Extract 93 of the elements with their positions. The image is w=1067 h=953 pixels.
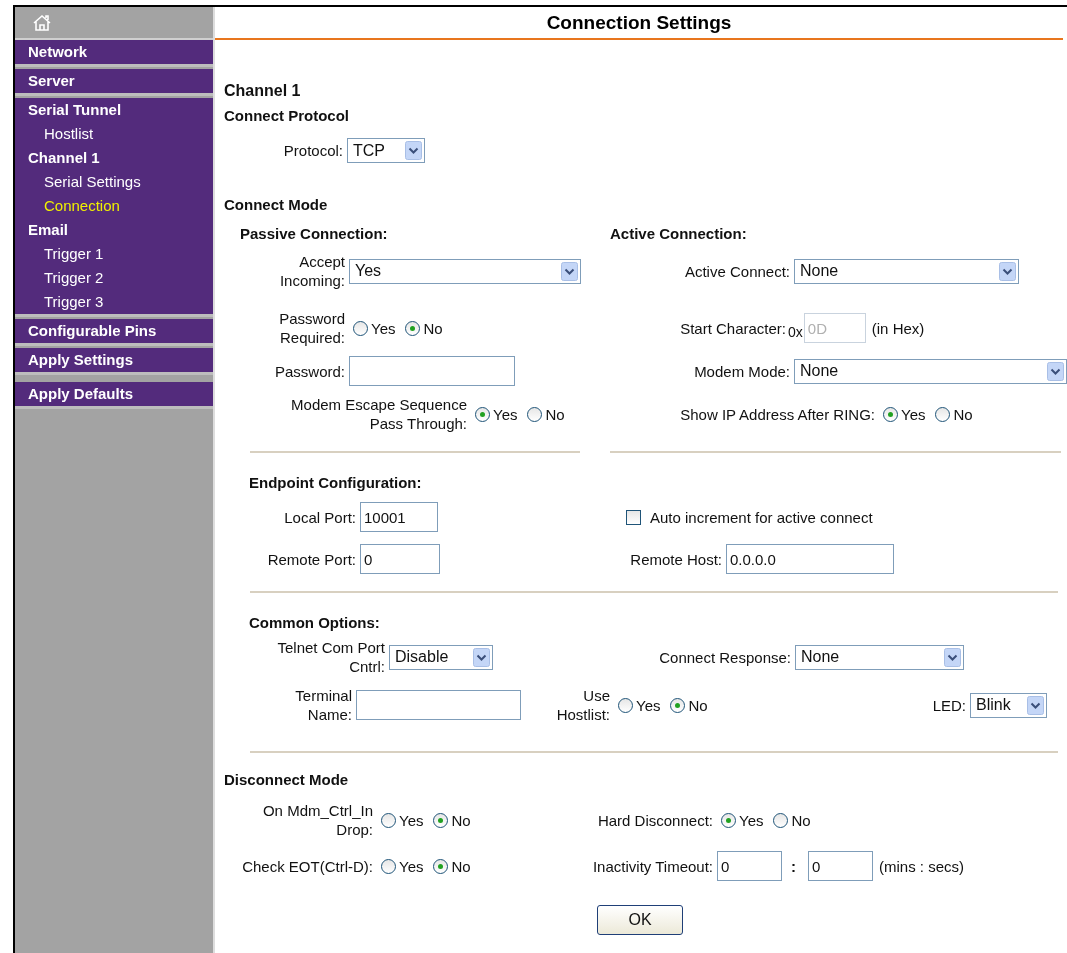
section-heading: Connect Mode <box>224 196 329 213</box>
dropdown[interactable]: Blink <box>970 692 1047 718</box>
field-label: Modem Mode: <box>693 361 790 381</box>
menu-item[interactable]: Configurable Pins <box>15 319 213 343</box>
menu-item[interactable]: Serial Tunnel <box>15 98 213 122</box>
group-heading: Active Connection: <box>610 225 748 242</box>
radio-button[interactable] <box>527 406 543 422</box>
field-label: Terminal Name: <box>294 686 352 724</box>
radio-label: No <box>451 857 471 875</box>
menu-item[interactable]: Email <box>15 218 213 242</box>
menu-item[interactable]: Apply Settings <box>15 348 213 372</box>
menu-item[interactable]: Network <box>15 40 213 64</box>
text-field[interactable] <box>349 356 515 386</box>
field-label: Remote Port: <box>266 549 356 569</box>
text-field[interactable]: 0 <box>717 851 782 881</box>
radio-label: Yes <box>399 811 424 829</box>
group-heading: Common Options: <box>249 614 381 631</box>
field-label: Password Required: <box>278 309 345 347</box>
field-label: Use Hostlist: <box>555 686 610 724</box>
group-heading: Endpoint Configuration: <box>249 474 423 491</box>
field-label: On Mdm_Ctrl_In Drop: <box>261 801 373 839</box>
group-heading: Passive Connection: <box>240 225 389 242</box>
radio-label: Yes <box>371 319 396 337</box>
field-label: Local Port: <box>283 507 356 527</box>
field-label: Modem Escape Sequence Pass Through: <box>290 395 467 433</box>
field-label: Accept Incoming: <box>278 252 345 290</box>
field-label: Connect Response: <box>658 647 791 667</box>
radio-label: Yes <box>739 811 764 829</box>
menu-item[interactable]: Trigger 3 <box>15 290 213 314</box>
dropdown[interactable]: None <box>795 644 964 670</box>
radio-label: Yes <box>901 405 926 423</box>
section-heading: Connect Protocol <box>224 107 350 124</box>
dropdown[interactable]: Yes <box>349 258 581 284</box>
unit-label: (mins : secs) <box>879 857 964 875</box>
page-title: Connection Settings <box>215 7 1063 40</box>
radio-label: No <box>451 811 471 829</box>
radio-button[interactable] <box>773 812 789 828</box>
text-field[interactable]: 0.0.0.0 <box>726 544 894 574</box>
text-field[interactable] <box>356 690 521 720</box>
radio-label: No <box>423 319 443 337</box>
checkbox[interactable] <box>626 509 641 525</box>
field-label: Active Connect: <box>683 261 790 281</box>
field-label: Hard Disconnect: <box>596 810 713 830</box>
text-field[interactable]: 10001 <box>360 502 438 532</box>
menu-item[interactable]: Hostlist <box>15 122 213 146</box>
dropdown[interactable]: None <box>794 358 1067 384</box>
ok-button[interactable]: OK <box>597 905 683 935</box>
radio-button[interactable] <box>670 697 686 713</box>
dropdown[interactable]: None <box>794 258 1019 284</box>
section-heading: Disconnect Mode <box>224 771 350 788</box>
menu-item[interactable]: Serial Settings <box>15 170 213 194</box>
separator: : <box>791 857 796 875</box>
menu-item[interactable]: Server <box>15 69 213 93</box>
menu-item[interactable]: Channel 1 <box>15 146 213 170</box>
field-label: Show IP Address After RING: <box>679 404 875 424</box>
radio-label: No <box>953 405 973 423</box>
radio-button[interactable] <box>353 320 368 336</box>
radio-label: Yes <box>636 696 661 714</box>
dropdown[interactable]: TCP <box>347 138 425 163</box>
radio-button[interactable] <box>381 858 396 874</box>
hex-prefix: 0x <box>788 324 803 342</box>
field-label: Start Character: <box>679 318 786 338</box>
radio-label: Yes <box>399 857 424 875</box>
radio-label: Yes <box>493 405 518 423</box>
channel-heading: Channel 1 <box>224 82 302 100</box>
field-label: Inactivity Timeout: <box>591 856 713 876</box>
field-label: Protocol: <box>282 141 343 160</box>
text-field[interactable]: 0 <box>808 851 873 881</box>
text-field[interactable]: 0 <box>360 544 440 574</box>
radio-label: No <box>791 811 811 829</box>
menu-item[interactable]: Trigger 1 <box>15 242 213 266</box>
radio-label: No <box>545 405 565 423</box>
radio-button[interactable] <box>618 697 633 713</box>
unit-label: (in Hex) <box>871 319 925 337</box>
dropdown[interactable]: Disable <box>389 644 493 670</box>
checkbox-label: Auto increment for active connect <box>650 508 873 526</box>
radio-label: No <box>688 696 708 714</box>
field-label: Telnet Com Port Cntrl: <box>276 638 385 676</box>
radio-button[interactable] <box>721 812 736 828</box>
field-label: Password: <box>273 361 345 381</box>
field-label: LED: <box>931 695 966 715</box>
radio-button[interactable] <box>935 406 951 422</box>
radio-button[interactable] <box>381 812 396 828</box>
menu-item[interactable]: Trigger 2 <box>15 266 213 290</box>
menu-item[interactable]: Apply Defaults <box>15 382 213 406</box>
radio-button[interactable] <box>883 406 898 422</box>
radio-button[interactable] <box>405 320 421 336</box>
field-label: Remote Host: <box>629 549 722 569</box>
radio-button[interactable] <box>475 406 490 422</box>
menu-item[interactable]: Connection <box>15 194 213 218</box>
field-label: Check EOT(Ctrl-D): <box>241 856 373 876</box>
radio-button[interactable] <box>433 858 449 874</box>
radio-button[interactable] <box>433 812 449 828</box>
